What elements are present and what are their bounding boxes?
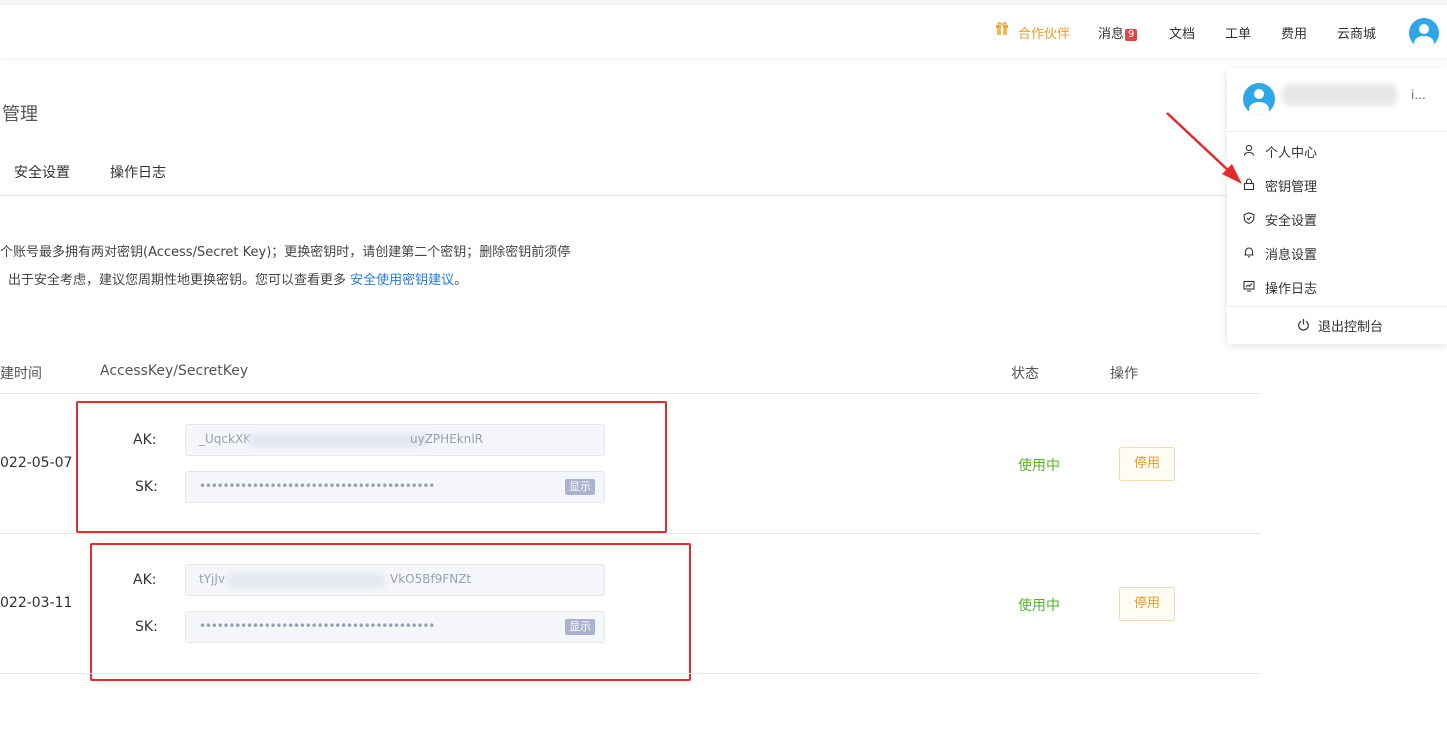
nav-messages-label: 消息	[1098, 27, 1125, 42]
username-redaction	[1282, 84, 1397, 106]
column-header-status: 状态	[1011, 366, 1039, 382]
menu-item-label: 安全设置	[1265, 214, 1318, 229]
menu-divider	[1227, 131, 1447, 132]
user-avatar	[1243, 83, 1275, 115]
nav-tickets-link[interactable]: 工单	[1225, 23, 1251, 42]
page-title: 管理	[2, 104, 38, 125]
shield-icon	[1243, 212, 1255, 224]
tab-operation-log[interactable]: 操作日志	[110, 162, 166, 182]
menu-divider	[1227, 306, 1447, 307]
disable-key-button[interactable]: 停用	[1119, 447, 1175, 481]
status-in-use: 使用中	[1018, 458, 1060, 474]
nav-docs-link[interactable]: 文档	[1169, 23, 1195, 42]
key-policy-note: 个账号最多拥有两对密钥(Access/Secret Key)；更换密钥时，请创建…	[0, 245, 571, 260]
menu-item-label: 个人中心	[1265, 146, 1318, 161]
tabs-divider	[0, 195, 1227, 196]
logout-label: 退出控制台	[1318, 320, 1384, 335]
key-security-note: 出于安全考虑，建议您周期性地更换密钥。您可以查看更多 安全使用密钥建议。	[8, 269, 467, 288]
menu-item-label: 操作日志	[1265, 282, 1318, 297]
status-in-use: 使用中	[1018, 598, 1060, 614]
created-date: 022-05-07	[0, 455, 73, 471]
message-count-badge: 9	[1125, 29, 1138, 41]
row-divider	[0, 533, 1261, 534]
key-security-advice-link[interactable]: 安全使用密钥建议	[350, 273, 454, 288]
log-icon	[1243, 280, 1255, 292]
table-header-divider	[0, 393, 1261, 394]
header-avatar[interactable]	[1409, 18, 1439, 48]
row-divider	[0, 673, 1261, 674]
power-icon	[1298, 319, 1309, 331]
nav-messages-link[interactable]: 消息 9	[1098, 23, 1138, 42]
nav-billing-link[interactable]: 费用	[1281, 23, 1307, 42]
user-dropdown-menu: і... 个人中心 密钥管理 安全设置 消息设置 操作日志 退出控制台	[1227, 68, 1447, 344]
disable-key-button[interactable]: 停用	[1119, 587, 1175, 621]
lock-icon	[1243, 178, 1255, 190]
column-header-created-time: 建时间	[0, 366, 42, 382]
menu-item-label: 消息设置	[1265, 248, 1318, 263]
bell-icon	[1244, 247, 1254, 258]
tab-security-settings[interactable]: 安全设置	[14, 162, 70, 182]
user-icon	[1243, 144, 1255, 156]
gift-icon	[996, 22, 1008, 35]
menu-item-label: 密钥管理	[1265, 180, 1318, 195]
column-header-actions: 操作	[1110, 366, 1138, 382]
note-text: 出于安全考虑，建议您周期性地更换密钥。您可以查看更多	[8, 273, 347, 288]
created-date: 022-03-11	[0, 595, 73, 611]
note-period: 。	[454, 273, 468, 288]
nav-partner-link[interactable]: 合作伙伴	[1018, 23, 1070, 42]
highlight-box	[76, 401, 667, 533]
nav-cloud-market-link[interactable]: 云商城	[1337, 23, 1376, 42]
column-header-keys: AccessKey/SecretKey	[100, 363, 249, 379]
username-tail: і...	[1411, 88, 1426, 102]
top-bar: 合作伙伴 消息 9 文档 工单 费用 云商城	[0, 0, 1447, 58]
highlight-box	[90, 543, 691, 681]
